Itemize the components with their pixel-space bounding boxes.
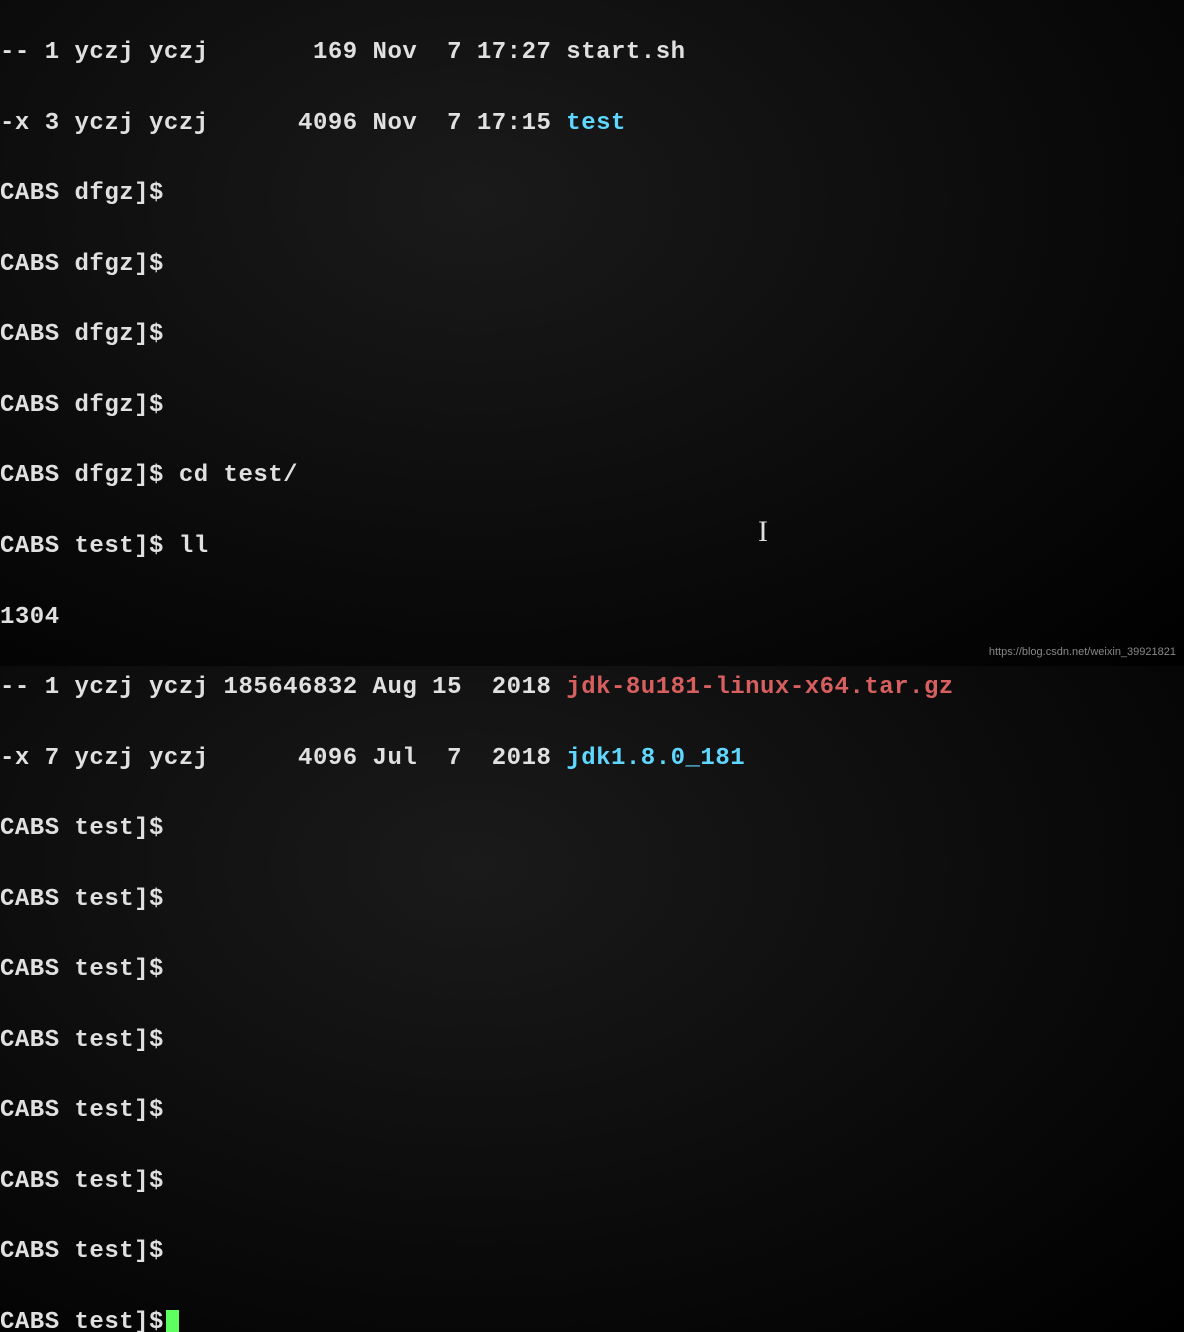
dir-jdk: jdk1.8.0_181 xyxy=(566,745,745,772)
prompt-line: CABS dfgz]$ xyxy=(0,247,1184,282)
file-jdk-tar: jdk-8u181-linux-x64.tar.gz xyxy=(566,674,953,701)
ls-row: -- 1 yczj yczj 169 Nov 7 17:27 start.sh xyxy=(0,35,1184,70)
ls-row: -- 1 yczj yczj 185646832 Aug 15 2018 jdk… xyxy=(0,670,1184,705)
prompt-line: CABS test]$ xyxy=(0,1093,1184,1128)
prompt-line: CABS test]$ xyxy=(0,882,1184,917)
file-start-sh: start.sh xyxy=(566,39,685,66)
prompt-line: CABS test]$ xyxy=(0,1234,1184,1269)
prompt-line: CABS test]$ ll xyxy=(0,529,1184,564)
command-cd: cd test/ xyxy=(179,462,298,489)
command-ll: ll xyxy=(179,533,209,560)
prompt-line: CABS test]$ xyxy=(0,1164,1184,1199)
total-line: 1304 xyxy=(0,600,1184,635)
terminal-cursor xyxy=(166,1310,179,1332)
prompt-line: CABS dfgz]$ xyxy=(0,388,1184,423)
prompt-line: CABS test]$ xyxy=(0,811,1184,846)
prompt-line: CABS test]$ xyxy=(0,952,1184,987)
prompt-line: CABS dfgz]$ cd test/ xyxy=(0,458,1184,493)
terminal-output[interactable]: -- 1 yczj yczj 169 Nov 7 17:27 start.sh … xyxy=(0,0,1184,1332)
prompt-line-active[interactable]: CABS test]$ xyxy=(0,1305,1184,1332)
prompt-line: CABS dfgz]$ xyxy=(0,317,1184,352)
ls-row: -x 7 yczj yczj 4096 Jul 7 2018 jdk1.8.0_… xyxy=(0,741,1184,776)
prompt-line: CABS dfgz]$ xyxy=(0,176,1184,211)
dir-test: test xyxy=(566,110,626,137)
mouse-text-cursor: I xyxy=(758,510,768,554)
watermark: https://blog.csdn.net/weixin_39921821 xyxy=(989,644,1176,660)
ls-row: -x 3 yczj yczj 4096 Nov 7 17:15 test xyxy=(0,106,1184,141)
prompt-line: CABS test]$ xyxy=(0,1023,1184,1058)
